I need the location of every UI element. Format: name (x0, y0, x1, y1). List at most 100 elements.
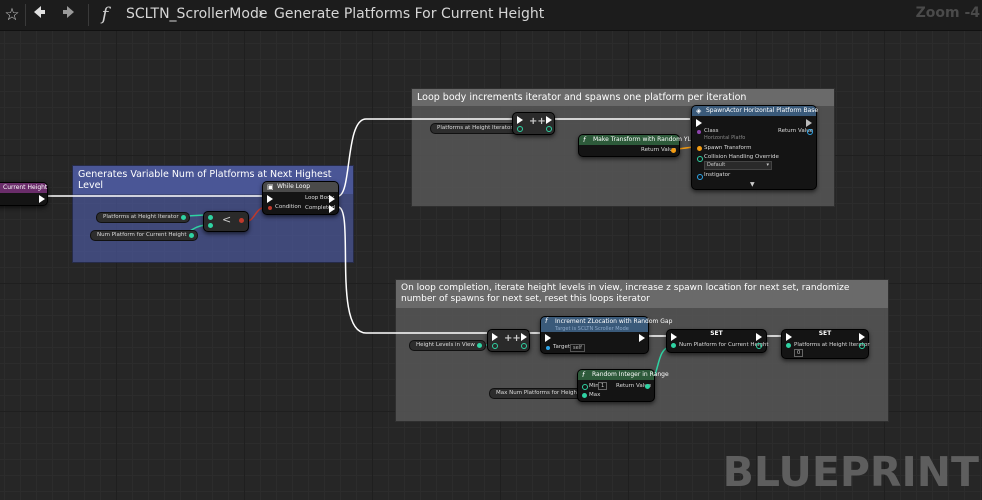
exec-in-pin[interactable] (492, 333, 498, 341)
collision-dropdown[interactable]: Default ▾ (704, 161, 772, 170)
wires-layer (44, 118, 783, 395)
exec-out-pin[interactable] (806, 119, 812, 127)
var-platforms-at-height-iterator[interactable]: Platforms at Height Iterator (96, 212, 190, 223)
var-max-num-platforms-for-height[interactable]: Max Num Platforms for Height (489, 388, 591, 399)
exec-in-pin[interactable] (545, 334, 551, 342)
increment-zlocation-header: f Increment ZLocation with Random Gap Ta… (541, 317, 672, 332)
function-icon: f (583, 136, 586, 144)
function-icon: f (545, 317, 548, 325)
entry-node-header: Current Height (0, 183, 47, 193)
function-icon: f (101, 4, 109, 25)
while-loop-header: ▣ While Loop (263, 182, 338, 192)
exec-out-pin[interactable] (39, 195, 45, 203)
less-than-node[interactable]: < (203, 211, 249, 232)
increment-zlocation-node[interactable]: f Increment ZLocation with Random Gap Ta… (540, 316, 672, 354)
var-num-platform-for-current-height[interactable]: Num Platform for Current Height (90, 230, 198, 241)
breadcrumb-separator: › (258, 4, 264, 22)
macro-icon: ▣ (267, 183, 274, 191)
var-platforms-at-height-iterator[interactable]: Platforms at Height Iterator (430, 123, 524, 134)
int-pin[interactable] (517, 126, 523, 132)
make-transform-header: f Make Transform with Random YLoc (579, 135, 698, 145)
int-pin[interactable] (208, 215, 213, 220)
target-pin-label: Target (553, 344, 571, 350)
class-pin[interactable] (697, 130, 701, 134)
set-platforms-iterator-node[interactable]: SET Platforms at Height Iterator 0 (781, 329, 870, 359)
bool-pin[interactable] (268, 206, 272, 210)
exec-in-pin[interactable] (671, 333, 677, 341)
condition-pin-label: Condition (275, 204, 302, 210)
entry-node-label: Current Height (3, 184, 48, 191)
int-pin[interactable] (546, 126, 552, 132)
object-pin[interactable] (546, 346, 550, 350)
function-entry-node[interactable]: Current Height (0, 182, 48, 206)
make-transform-node[interactable]: f Make Transform with Random YLoc Return… (578, 134, 698, 157)
blueprint-watermark: BLUEPRINT (722, 448, 979, 496)
random-integer-header: f Random Integer in Range (578, 370, 669, 380)
exec-in-pin[interactable] (786, 333, 792, 341)
object-pin[interactable] (807, 129, 813, 135)
exec-out-pin[interactable] (859, 333, 865, 341)
graph-canvas[interactable]: Generates Variable Num of Platforms at N… (0, 31, 982, 500)
int-pin[interactable] (476, 343, 482, 348)
exec-out-pin[interactable] (756, 333, 762, 341)
bool-pin[interactable] (239, 218, 244, 223)
exec-out-pin[interactable] (639, 334, 645, 342)
zoom-level: Zoom -4 (915, 5, 980, 21)
object-pin[interactable] (697, 174, 703, 180)
operator-label: < (222, 213, 232, 226)
instigator-label: Instigator (704, 172, 731, 178)
target-value[interactable]: self (570, 344, 585, 352)
struct-pin[interactable] (697, 146, 702, 151)
int-pin[interactable] (671, 343, 676, 348)
int-pin[interactable] (180, 215, 186, 220)
exec-in-pin[interactable] (267, 195, 273, 203)
collision-label: Collision Handling Override (704, 154, 779, 160)
exec-out-pin[interactable] (329, 205, 335, 213)
class-value[interactable]: Horizontal Platfo (704, 135, 745, 141)
chevron-down-icon: ▾ (766, 162, 769, 168)
while-loop-node[interactable]: ▣ While Loop Condition Loop Body Complet… (262, 181, 339, 215)
expand-arrow-icon[interactable]: ▼ (750, 181, 755, 188)
struct-pin[interactable] (671, 148, 676, 153)
operator-label: ++ (529, 116, 546, 127)
spawn-actor-header: ◈ SpawnActor Horizontal Platform Base (692, 106, 818, 116)
function-icon: f (582, 371, 585, 379)
set-node-title: SET (818, 330, 832, 337)
exec-wire (337, 206, 487, 334)
toolbar-divider (25, 4, 26, 26)
spawn-transform-label: Spawn Transform (704, 145, 752, 151)
min-value-field[interactable]: 1 (598, 382, 608, 390)
var-height-levels-in-view[interactable]: Height Levels in View (409, 340, 486, 351)
breadcrumb-graph[interactable]: Generate Platforms For Current Height (274, 6, 544, 22)
enum-pin[interactable] (697, 156, 703, 162)
star-icon[interactable]: ☆ (1, 4, 23, 26)
forward-arrow-icon[interactable] (58, 4, 80, 26)
increment-node[interactable]: ++ (512, 112, 555, 135)
increment-node[interactable]: ++ (487, 329, 530, 352)
exec-out-pin[interactable] (546, 116, 552, 124)
class-pin-label: Class (704, 128, 719, 134)
int-pin[interactable] (582, 384, 588, 390)
int-pin[interactable] (188, 233, 194, 238)
int-pin[interactable] (786, 343, 791, 348)
int-pin[interactable] (208, 223, 213, 228)
exec-out-pin[interactable] (521, 333, 527, 341)
random-integer-node[interactable]: f Random Integer in Range Min 1 Max Retu… (577, 369, 669, 402)
breadcrumb-function[interactable]: SCLTN_ScrollerMode (126, 6, 267, 22)
int-pin[interactable] (521, 343, 527, 349)
int-pin[interactable] (492, 343, 498, 349)
exec-out-pin[interactable] (329, 195, 335, 203)
int-pin[interactable] (859, 343, 865, 349)
exec-in-pin[interactable] (696, 119, 702, 127)
int-pin[interactable] (582, 393, 587, 398)
exec-in-pin[interactable] (517, 116, 523, 124)
set-node-title: SET (710, 330, 723, 337)
toolbar-divider (88, 4, 89, 26)
spawn-actor-node[interactable]: ◈ SpawnActor Horizontal Platform Base Cl… (691, 105, 818, 190)
set-value-field[interactable]: 0 (794, 349, 804, 357)
set-num-platform-node[interactable]: SET Num Platform for Current Height (666, 329, 769, 353)
operator-label: ++ (504, 333, 521, 344)
int-pin[interactable] (756, 343, 762, 349)
back-arrow-icon[interactable] (28, 4, 50, 26)
int-pin[interactable] (645, 384, 650, 389)
